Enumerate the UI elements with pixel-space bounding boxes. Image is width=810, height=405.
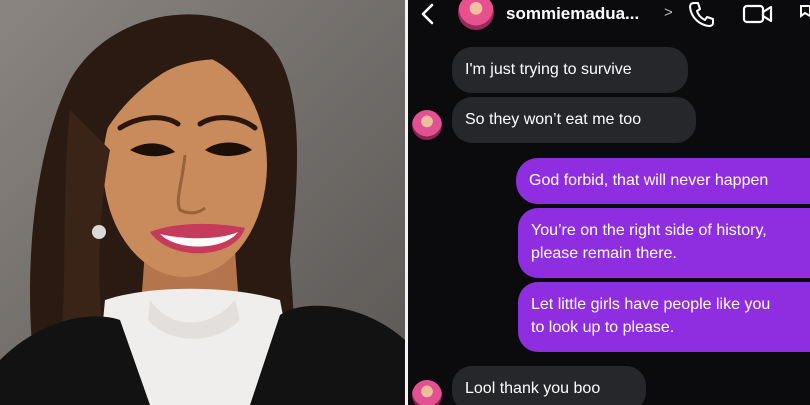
message-text-line: please remain there. [531, 245, 677, 262]
message-text-line: You’re on the right side of history, [531, 222, 767, 239]
video-call-icon[interactable] [742, 2, 774, 26]
chevron-right-icon[interactable]: > [664, 4, 673, 21]
message-text-line: Let little girls have people like you [531, 296, 771, 313]
message-bubble-incoming: So they won’t eat me too [452, 97, 696, 143]
message-bubble-outgoing: You’re on the right side of history, ple… [518, 208, 810, 278]
back-arrow-icon[interactable] [418, 2, 438, 26]
message-text: I'm just trying to survive [465, 61, 632, 78]
portrait-illustration [0, 14, 405, 405]
chat-header: sommiemadua... > [408, 0, 810, 30]
dm-chat-screen: sommiemadua... > I'm just trying to surv… [408, 0, 810, 405]
flag-icon[interactable] [798, 2, 810, 26]
message-bubble-incoming: I'm just trying to survive [452, 47, 688, 93]
message-text: Lool thank you boo [465, 380, 601, 397]
message-text: God forbid, that will never happen [529, 172, 769, 189]
profile-avatar[interactable] [458, 0, 494, 30]
composite-image: sommiemadua... > I'm just trying to surv… [0, 0, 810, 405]
message-text-line: to look up to please. [531, 319, 675, 336]
message-bubble-outgoing: God forbid, that will never happen [516, 158, 810, 204]
chat-username[interactable]: sommiemadua... [506, 4, 639, 24]
message-bubble-incoming: Lool thank you boo [452, 366, 646, 405]
message-bubble-outgoing: Let little girls have people like you to… [518, 282, 810, 352]
sender-avatar [412, 110, 442, 140]
phone-icon[interactable] [688, 0, 714, 28]
sender-avatar [412, 380, 442, 405]
portrait-photo [0, 0, 405, 405]
message-text: So they won’t eat me too [465, 111, 642, 128]
